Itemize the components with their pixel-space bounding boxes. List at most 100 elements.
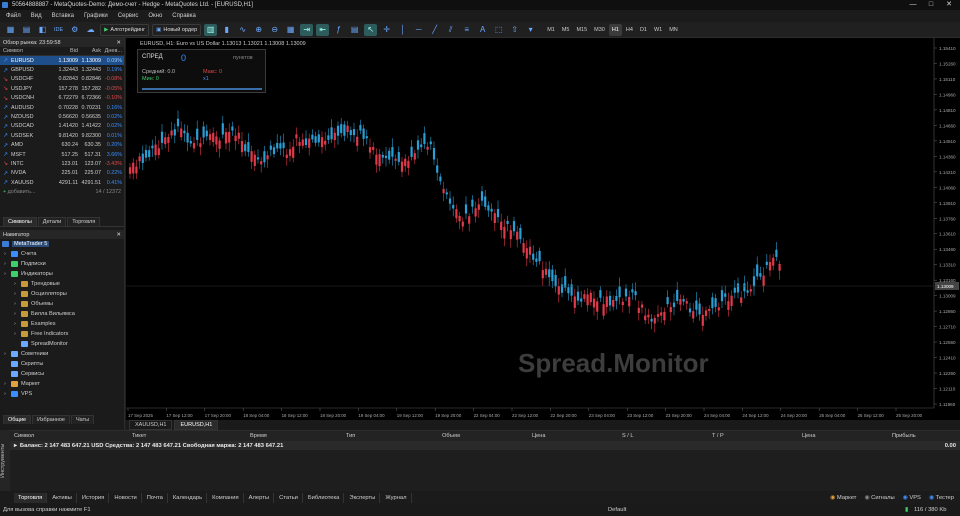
bottom-tab-5[interactable]: Календарь	[169, 492, 208, 503]
nav-tab-0[interactable]: Общие	[3, 415, 32, 425]
expand-icon[interactable]: ›	[4, 381, 11, 387]
symbol-row[interactable]: ↘ USDJPY 157.278 157.282 -0.05%	[0, 84, 124, 93]
timeframe-MN[interactable]: MN	[666, 24, 681, 36]
autoscroll-icon[interactable]: ⇥	[300, 23, 314, 36]
timeframe-M5[interactable]: M5	[559, 24, 573, 36]
hline-icon[interactable]: ─	[412, 24, 425, 36]
close-button[interactable]: ✕	[940, 0, 958, 10]
nav-tab-2[interactable]: Чаты	[70, 415, 95, 425]
symbol-row[interactable]: ↘ USDCHF 0.82843 0.82846 -0.08%	[0, 75, 124, 84]
navigator-root[interactable]: MetaTrader 5	[0, 239, 124, 249]
expand-icon[interactable]: ›	[14, 281, 21, 287]
tile-icon[interactable]: ▦	[284, 24, 297, 36]
trade-col-0[interactable]: Символ	[14, 433, 132, 439]
trade-col-5[interactable]: Цена	[532, 433, 622, 439]
crosshair-icon[interactable]: ✛	[380, 24, 393, 36]
bottom-tab-7[interactable]: Алерты	[245, 492, 275, 503]
chart-tab-1[interactable]: EURUSD,H1	[174, 420, 219, 430]
nav-item[interactable]: › Осцилляторы	[0, 289, 124, 299]
nav-item[interactable]: › Free Indicators	[0, 329, 124, 339]
menu-2[interactable]: Вставка	[52, 13, 74, 19]
symbol-row[interactable]: ↗ AUDUSD 0.70228 0.70231 0.16%	[0, 103, 124, 112]
symbol-row[interactable]: ↗ NVDA 225.01 225.07 0.22%	[0, 169, 124, 178]
indicators-icon[interactable]: ƒ	[332, 24, 345, 36]
bottom-tab-10[interactable]: Эксперты	[345, 492, 381, 503]
trade-col-3[interactable]: Тип	[346, 433, 442, 439]
profiles-icon[interactable]: ▤	[20, 24, 33, 36]
chart-tab-0[interactable]: XAUUSD,H1	[129, 420, 173, 430]
minimize-button[interactable]: —	[904, 0, 922, 10]
menu-6[interactable]: Справка	[172, 13, 196, 19]
col-change[interactable]: Днев...	[101, 48, 124, 54]
maximize-button[interactable]: □	[922, 0, 940, 10]
strategy-icon[interactable]: ⚙	[68, 24, 81, 36]
nav-item[interactable]: › Советники	[0, 349, 124, 359]
trade-col-6[interactable]: S / L	[622, 433, 712, 439]
timeframe-H1[interactable]: H1	[608, 23, 622, 36]
templates-icon[interactable]: ▤	[348, 24, 361, 36]
market-watch-icon[interactable]: ◧	[36, 24, 49, 36]
trade-col-2[interactable]: Время	[250, 433, 346, 439]
trade-col-1[interactable]: Тикет	[132, 433, 250, 439]
menu-3[interactable]: Графики	[84, 13, 108, 19]
bottom-tab-2[interactable]: История	[78, 492, 110, 503]
bottom-tool-1[interactable]: ◉ Сигналы	[864, 495, 894, 501]
channel-icon[interactable]: ⫽	[444, 24, 457, 36]
bottom-tool-0[interactable]: ◉ Маркет	[830, 495, 856, 501]
symbol-row[interactable]: ↗ NZDUSD 0.56620 0.56635 0.02%	[0, 112, 124, 121]
expand-icon[interactable]: ›	[14, 291, 21, 297]
symbol-row[interactable]: ↗ MSFT 517.25 517.31 3.66%	[0, 150, 124, 159]
nav-item[interactable]: SpreadMonitor	[0, 339, 124, 349]
symbol-row[interactable]: ↗ XAUUSD 4291.11 4291.51 0.41%	[0, 178, 124, 187]
timeframe-W1[interactable]: W1	[651, 24, 665, 36]
nav-item[interactable]: Сервисы	[0, 369, 124, 379]
symbol-row[interactable]: ↗ GBPUSD 1.32443 1.32443 0.19%	[0, 65, 124, 74]
col-symbol[interactable]: Символ	[0, 48, 55, 54]
price-chart[interactable]: EURUSD, H1: Euro vs US Dollar 1.13013 1.…	[126, 38, 960, 420]
cursor-icon[interactable]: ↖	[364, 23, 378, 36]
expand-icon[interactable]: ›	[4, 391, 11, 397]
symbol-row[interactable]: ↗ AMD 630.24 630.35 0.20%	[0, 141, 124, 150]
bottom-tab-8[interactable]: Статьи	[275, 492, 303, 503]
symbol-row[interactable]: ↘ INTC 123.01 123.07 -3.43%	[0, 159, 124, 168]
zoom-in-icon[interactable]: ⊕	[252, 24, 265, 36]
timeframe-H4[interactable]: H4	[623, 24, 636, 36]
col-ask[interactable]: Ask	[78, 48, 101, 54]
bottom-tab-0[interactable]: Торговля	[14, 492, 48, 503]
menu-5[interactable]: Окно	[148, 13, 162, 19]
fibo-icon[interactable]: ≡	[460, 24, 473, 36]
bottom-tab-4[interactable]: Почта	[143, 492, 168, 503]
chart-area[interactable]: EURUSD, H1: Euro vs US Dollar 1.13013 1.…	[126, 38, 960, 420]
arrows-icon[interactable]: ⇧	[508, 24, 521, 36]
nav-item[interactable]: › Индикаторы	[0, 269, 124, 279]
symbol-row[interactable]: ↗ USDCAD 1.41420 1.41422 0.02%	[0, 122, 124, 131]
col-bid[interactable]: Bid	[55, 48, 78, 54]
expand-icon[interactable]: ›	[14, 311, 21, 317]
add-symbol[interactable]: + добавить...	[3, 189, 35, 195]
expand-icon[interactable]: ›	[4, 261, 11, 267]
mw-tab-0[interactable]: Символы	[3, 217, 37, 227]
close-icon[interactable]: ✕	[116, 232, 121, 238]
expand-icon[interactable]: ›	[4, 251, 11, 257]
symbol-row[interactable]: ↘ USDCNH 6.72279 6.72366 -0.10%	[0, 94, 124, 103]
nav-tab-1[interactable]: Избранное	[32, 415, 70, 425]
bottom-tab-1[interactable]: Активы	[48, 492, 77, 503]
bottom-tab-6[interactable]: Компания	[208, 492, 244, 503]
trendline-icon[interactable]: ╱	[428, 24, 441, 36]
expand-icon[interactable]: ›	[4, 271, 11, 277]
zoom-out-icon[interactable]: ⊖	[268, 24, 281, 36]
trade-col-4[interactable]: Объем	[442, 433, 532, 439]
expand-icon[interactable]: ›	[4, 351, 11, 357]
expand-icon[interactable]: ›	[14, 301, 21, 307]
cloud-icon[interactable]: ☁	[84, 24, 97, 36]
trade-col-8[interactable]: Цена	[802, 433, 892, 439]
menu-0[interactable]: Файл	[6, 13, 21, 19]
mw-tab-1[interactable]: Детали	[37, 217, 67, 227]
bottom-tab-3[interactable]: Новости	[110, 492, 142, 503]
trade-col-9[interactable]: Прибыль	[892, 433, 960, 439]
nav-item[interactable]: › VPS	[0, 389, 124, 399]
symbol-row[interactable]: ↗ EURUSD 1.13009 1.13009 0.09%	[0, 56, 124, 66]
bottom-tab-11[interactable]: Журнал	[381, 492, 412, 503]
shapes-icon[interactable]: ⬚	[492, 24, 505, 36]
nav-item[interactable]: › Объемы	[0, 299, 124, 309]
